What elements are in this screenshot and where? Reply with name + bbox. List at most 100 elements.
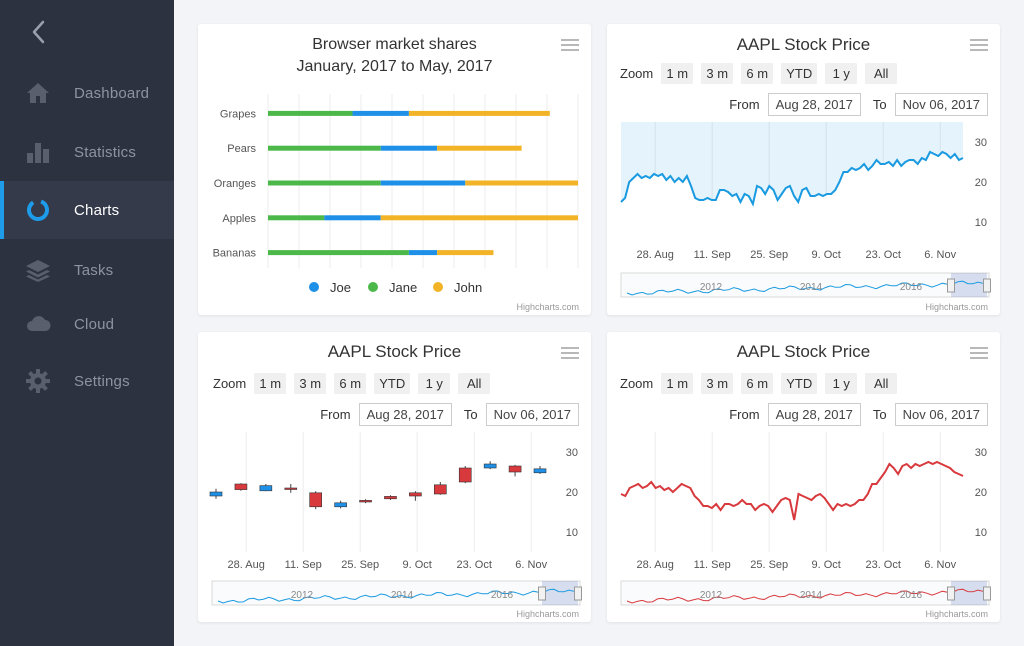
y-tick-label: 20 xyxy=(975,177,987,189)
sidebar-item-settings[interactable]: Settings xyxy=(0,352,174,410)
bar-segment-john xyxy=(380,215,578,221)
category-label: Bananas xyxy=(213,248,257,260)
x-tick-label: 25. Sep xyxy=(341,559,379,571)
navigator-selection[interactable] xyxy=(542,581,578,605)
sidebar-item-cloud[interactable]: Cloud xyxy=(0,295,174,353)
candle xyxy=(234,483,248,490)
stock-area-card: AAPL Stock Price Zoom 1 m3 m6 m YTD 1 y All Fr… xyxy=(607,24,1000,315)
sidebar-item-dashboard[interactable]: Dashboard xyxy=(0,64,174,122)
cloud-icon xyxy=(25,311,51,337)
candle xyxy=(209,491,223,497)
legend-marker-john[interactable] xyxy=(433,282,443,292)
x-tick-label: 23. Oct xyxy=(456,559,491,571)
donut-icon xyxy=(25,197,51,223)
bar-segment-john xyxy=(408,110,550,116)
sidebar-item-charts[interactable]: Charts xyxy=(0,181,174,239)
sidebar-item-label: Tasks xyxy=(74,261,114,279)
bar-chart-icon xyxy=(25,139,51,165)
bar-segment-joe xyxy=(352,110,409,116)
chevron-left-icon xyxy=(32,20,45,44)
y-tick-label: 30 xyxy=(566,447,578,459)
x-tick-label: 11. Sep xyxy=(694,249,731,261)
x-tick-label: 28. Aug xyxy=(228,559,265,571)
navigator-selection[interactable] xyxy=(951,581,987,605)
bar-segment-jane xyxy=(268,145,381,151)
bar-chart: Grapes Pears Oranges Apples Bananas Joe Jane Jo… xyxy=(213,94,579,295)
x-tick-label: 6. Nov xyxy=(515,559,547,571)
bar-segment-joe xyxy=(380,145,438,151)
category-label: Grapes xyxy=(220,108,257,120)
candle xyxy=(284,487,298,490)
candle xyxy=(434,484,447,495)
category-label: Pears xyxy=(227,143,256,155)
navigator-left-handle[interactable] xyxy=(538,586,546,601)
navigator-selection[interactable] xyxy=(951,273,987,297)
back-button[interactable] xyxy=(28,18,50,46)
x-tick-label: 23. Oct xyxy=(865,249,900,261)
category-label: Apples xyxy=(222,213,256,225)
sidebar-item-label: Settings xyxy=(74,372,130,390)
x-tick-label: 6. Nov xyxy=(924,559,956,571)
sidebar-item-label: Cloud xyxy=(74,315,115,333)
candle xyxy=(458,467,472,483)
sidebar-item-label: Statistics xyxy=(74,143,137,161)
navigator-label: 2012 xyxy=(700,282,723,293)
navigator-label: 2016 xyxy=(900,590,923,601)
x-tick-label: 6. Nov xyxy=(924,249,956,261)
navigator-label: 2014 xyxy=(800,590,823,601)
navigator-label: 2016 xyxy=(900,282,923,293)
y-tick-label: 10 xyxy=(975,217,987,229)
navigator-right-handle[interactable] xyxy=(983,586,991,601)
y-tick-label: 10 xyxy=(975,527,987,539)
sidebar-item-label: Dashboard xyxy=(74,84,150,102)
candle xyxy=(309,492,322,508)
navigator-left-handle[interactable] xyxy=(947,278,955,293)
area-chart-plot: 28. Aug 11. Sep 25. Sep 9. Oct 23. Oct 6. Nov… xyxy=(620,122,991,298)
x-tick-label: 9. Oct xyxy=(403,559,432,571)
navigator-right-handle[interactable] xyxy=(983,278,991,293)
y-tick-label: 30 xyxy=(975,447,987,459)
bar-segment-joe xyxy=(324,215,381,221)
sidebar-item-label: Charts xyxy=(74,201,120,219)
candle xyxy=(533,468,547,474)
sidebar-item-tasks[interactable]: Tasks xyxy=(0,241,174,299)
legend-marker-jane[interactable] xyxy=(368,282,378,292)
layers-icon xyxy=(25,257,51,283)
x-tick-label: 28. Aug xyxy=(637,249,674,261)
navigator-label: 2012 xyxy=(291,590,314,601)
candle xyxy=(384,496,397,500)
chart-credit: Highcharts.com xyxy=(516,302,579,312)
navigator-left-handle[interactable] xyxy=(947,586,955,601)
x-tick-label: 25. Sep xyxy=(750,249,788,261)
chart-credit: Highcharts.com xyxy=(516,609,579,619)
x-tick-label: 11. Sep xyxy=(285,559,322,571)
series-line xyxy=(620,460,964,521)
bar-segment-joe xyxy=(408,250,438,256)
x-tick-label: 28. Aug xyxy=(637,559,674,571)
candle xyxy=(334,502,347,508)
legend-label[interactable]: Jane xyxy=(389,280,417,295)
candle xyxy=(508,465,522,473)
x-tick-label: 11. Sep xyxy=(694,559,731,571)
bar-segment-john xyxy=(437,145,522,151)
navigator-right-handle[interactable] xyxy=(574,586,582,601)
candle xyxy=(409,492,422,497)
line-chart-plot: 28. Aug 11. Sep 25. Sep 9. Oct 23. Oct 6. Nov… xyxy=(620,432,991,606)
x-tick-label: 23. Oct xyxy=(865,559,900,571)
navigator-label: 2012 xyxy=(700,590,723,601)
x-tick-label: 9. Oct xyxy=(812,559,841,571)
legend-label[interactable]: Joe xyxy=(330,280,351,295)
bar-segment-jane xyxy=(268,110,353,116)
bar-segment-john xyxy=(465,180,578,186)
y-tick-label: 30 xyxy=(975,137,987,149)
navigator-label: 2014 xyxy=(391,590,414,601)
bar-segment-john xyxy=(437,250,494,256)
sidebar-item-statistics[interactable]: Statistics xyxy=(0,123,174,181)
candle xyxy=(259,485,273,492)
stock-line-card: AAPL Stock Price Zoom 1 m3 m6 m YTD 1 y All Fr… xyxy=(607,332,1000,622)
y-tick-label: 20 xyxy=(975,487,987,499)
legend-label[interactable]: John xyxy=(454,280,482,295)
legend-marker-joe[interactable] xyxy=(309,282,319,292)
y-tick-label: 20 xyxy=(566,487,578,499)
category-label: Oranges xyxy=(214,178,257,190)
